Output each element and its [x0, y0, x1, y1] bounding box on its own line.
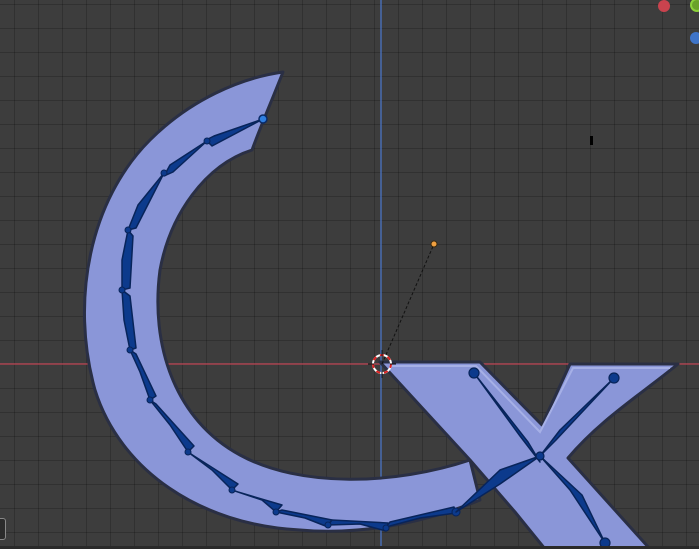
- selected-bone-tip[interactable]: [258, 114, 268, 124]
- mouse-text-cursor: [590, 136, 593, 145]
- sidebar-toggle-handle[interactable]: [0, 518, 6, 540]
- gizmo-y-axis-icon[interactable]: [690, 0, 699, 12]
- gizmo-x-axis-icon[interactable]: [658, 0, 670, 12]
- x-shape-mesh[interactable]: [378, 360, 680, 549]
- gizmo-z-axis-icon[interactable]: [690, 32, 699, 44]
- light-point-icon[interactable]: [430, 240, 438, 248]
- 3d-viewport[interactable]: [0, 0, 699, 549]
- parent-relation-line: [381, 243, 435, 365]
- c-shape-mesh[interactable]: [82, 70, 482, 533]
- scene-canvas[interactable]: [0, 0, 699, 549]
